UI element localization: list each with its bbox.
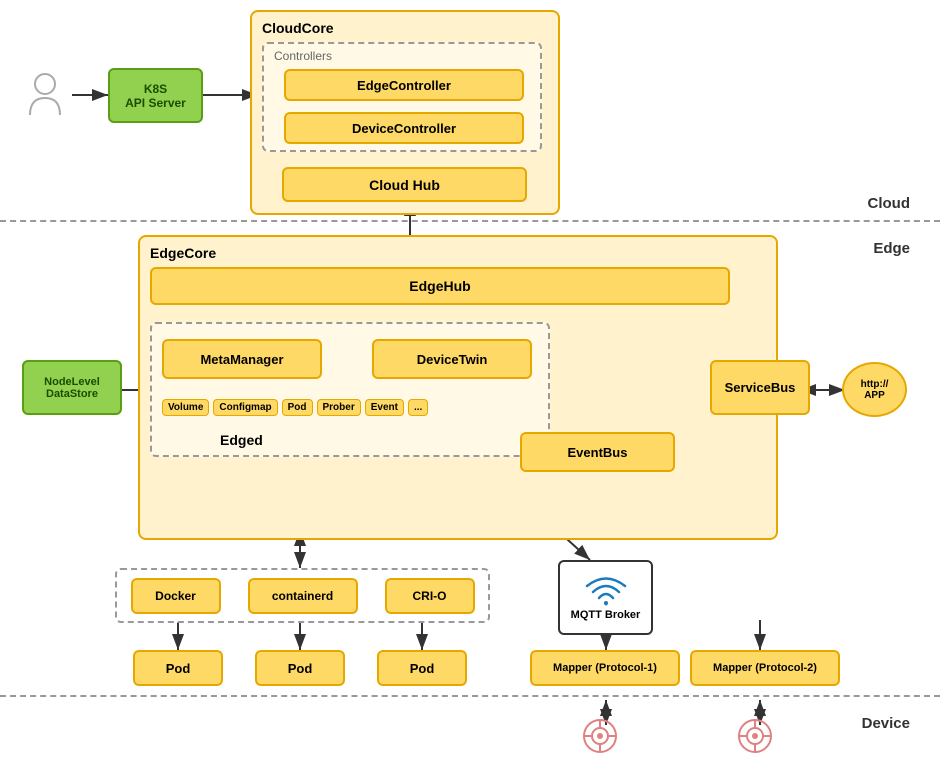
mapper-1: Mapper (Protocol-1) (530, 650, 680, 686)
device-1-svg (575, 716, 625, 756)
edged-label: Edged (220, 432, 263, 448)
tag-prober: Prober (317, 399, 361, 416)
controllers-box: Controllers EdgeController DeviceControl… (262, 42, 542, 152)
pod-2: Pod (255, 650, 345, 686)
diagram-container: Cloud Edge Device K8S API Server CloudCo… (0, 0, 940, 761)
cloud-divider (0, 220, 940, 222)
tag-pod: Pod (282, 399, 313, 416)
edge-label: Edge (873, 240, 910, 257)
k8s-api-server: K8S API Server (108, 68, 203, 123)
device-controller: DeviceController (284, 112, 524, 144)
app-circle: http:// APP (842, 362, 907, 417)
cri-o-box: CRI-O (385, 578, 475, 614)
cloud-label: Cloud (868, 195, 911, 212)
device-divider (0, 695, 940, 697)
pod-1: Pod (133, 650, 223, 686)
event-bus: EventBus (520, 432, 675, 472)
edge-hub: EdgeHub (150, 267, 730, 305)
edgecore-box: EdgeCore EdgeHub MetaManager DeviceTwin … (138, 235, 778, 540)
user-svg (25, 70, 65, 120)
device-1-icon (575, 716, 625, 756)
pod-3: Pod (377, 650, 467, 686)
tag-volume: Volume (162, 399, 209, 416)
cloudcore-box: CloudCore Controllers EdgeController Dev… (250, 10, 560, 215)
mqtt-label: MQTT Broker (571, 609, 641, 621)
user-icon (20, 65, 70, 125)
cloudcore-title: CloudCore (262, 20, 334, 36)
mqtt-icon (581, 574, 631, 609)
containerd-box: containerd (248, 578, 358, 614)
device-twin: DeviceTwin (372, 339, 532, 379)
meta-manager: MetaManager (162, 339, 322, 379)
edgecore-title: EdgeCore (150, 245, 216, 261)
device-2-svg (730, 716, 780, 756)
runtimes-box: Docker containerd CRI-O (115, 568, 490, 623)
node-data-store: NodeLevel DataStore (22, 360, 122, 415)
tag-event: Event (365, 399, 404, 416)
edge-controller: EdgeController (284, 69, 524, 101)
device-label: Device (862, 715, 910, 732)
controllers-label: Controllers (274, 49, 332, 63)
docker-box: Docker (131, 578, 221, 614)
tag-more: ... (408, 399, 428, 416)
mqtt-broker: MQTT Broker (558, 560, 653, 635)
service-bus: ServiceBus (710, 360, 810, 415)
device-2-icon (730, 716, 780, 756)
cloud-hub: Cloud Hub (282, 167, 527, 202)
inner-dashed-box: MetaManager DeviceTwin Volume Configmap … (150, 322, 550, 457)
tags-row: Volume Configmap Pod Prober Event ... (162, 399, 428, 416)
mapper-2: Mapper (Protocol-2) (690, 650, 840, 686)
tag-configmap: Configmap (213, 399, 277, 416)
